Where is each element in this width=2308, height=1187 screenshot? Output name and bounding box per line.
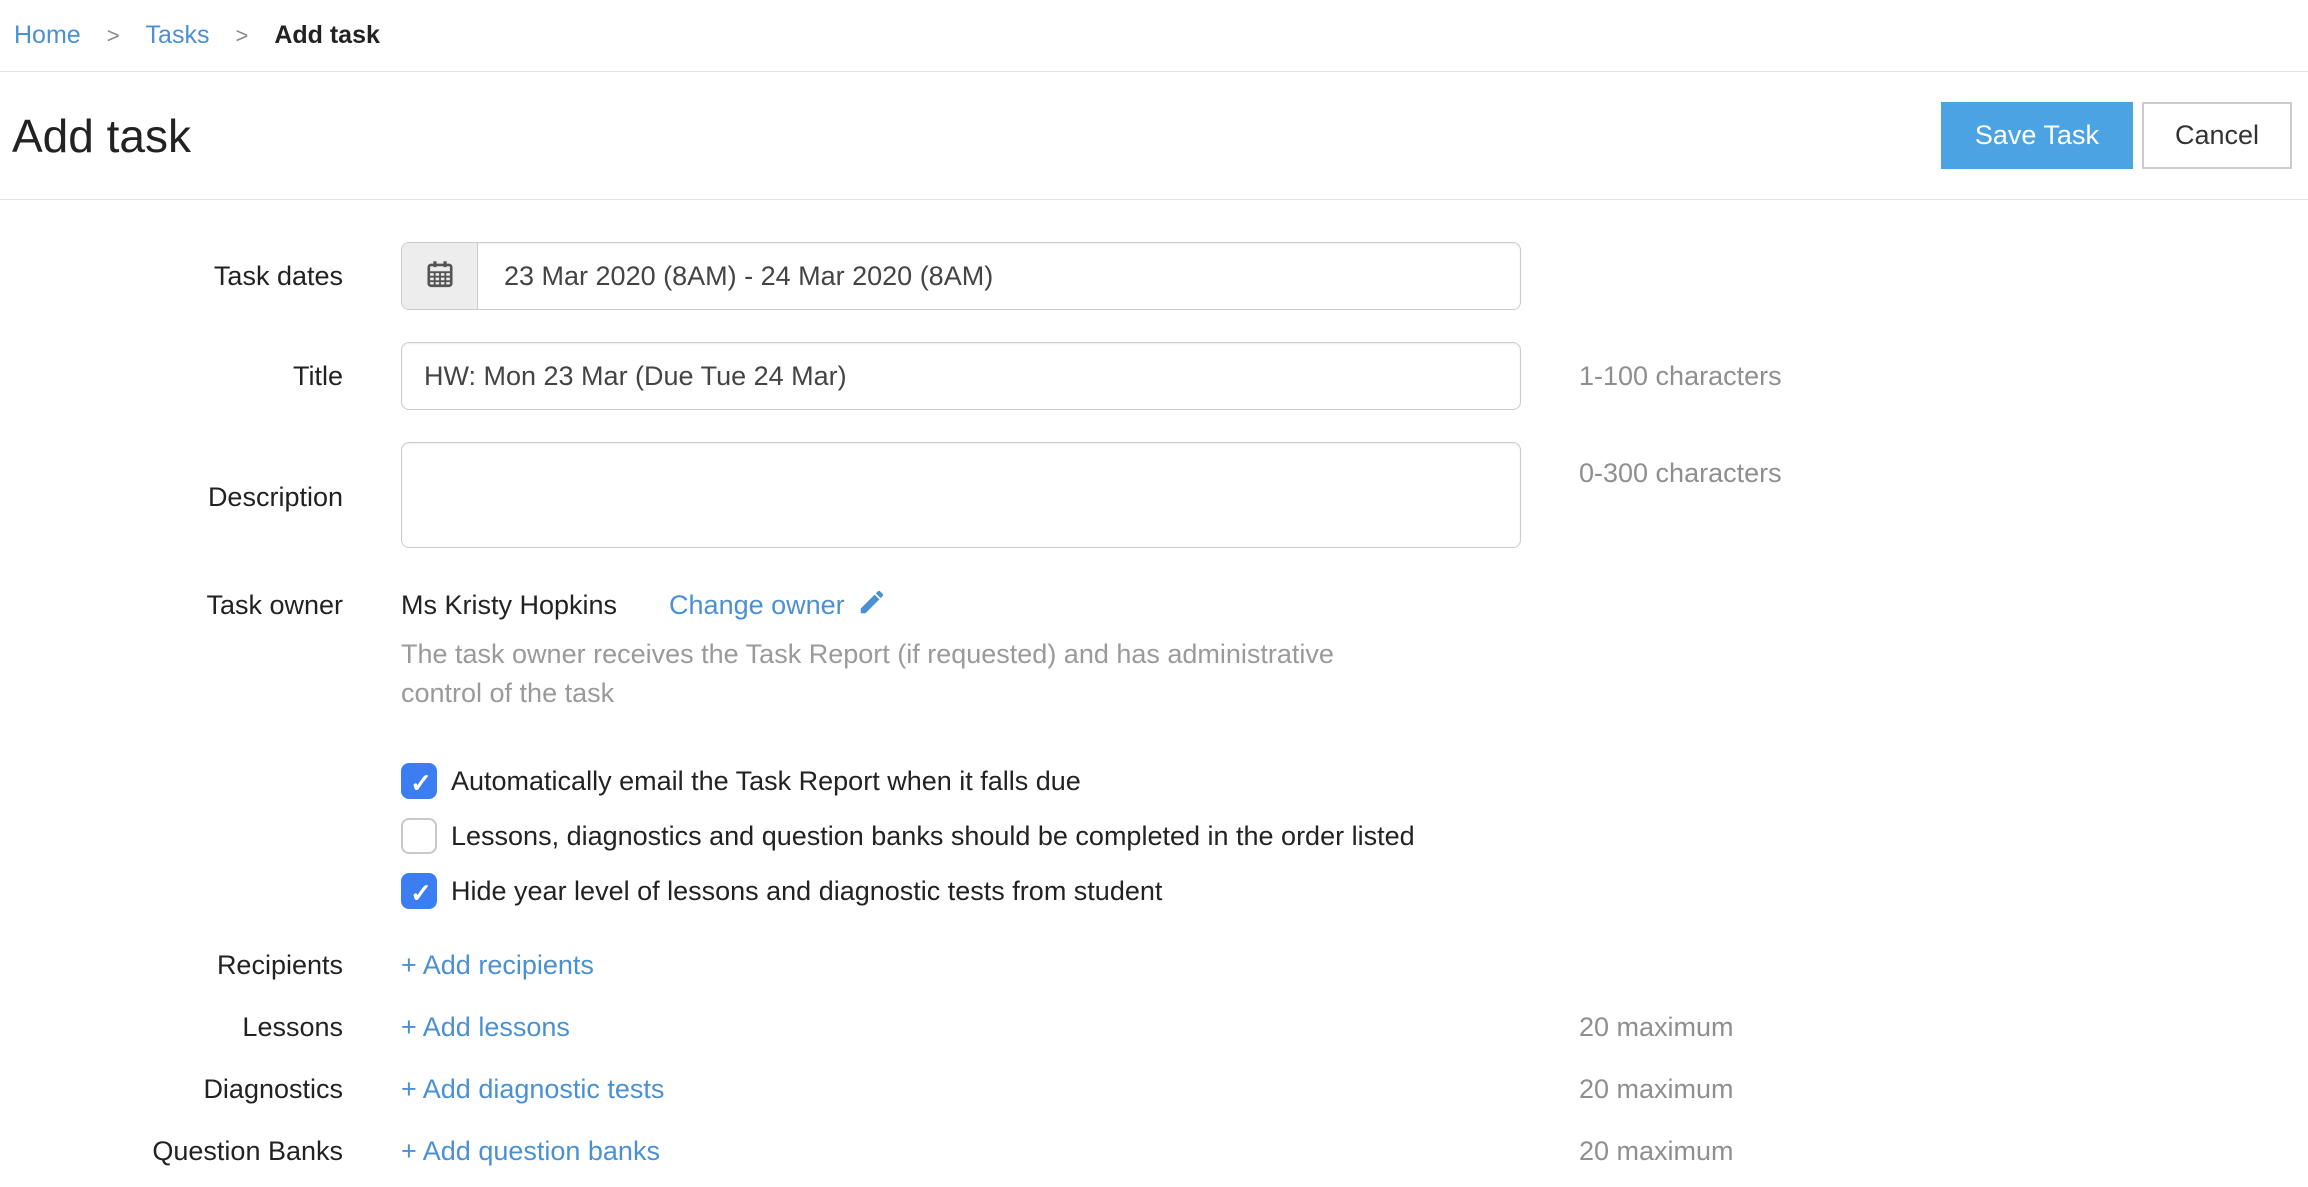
task-dates-label: Task dates bbox=[0, 261, 343, 292]
diagnostics-row: Diagnostics + Add diagnostic tests 20 ma… bbox=[0, 1069, 2308, 1109]
checkbox-item-order-listed[interactable]: Lessons, diagnostics and question banks … bbox=[401, 816, 1521, 856]
diagnostics-hint: 20 maximum bbox=[1579, 1074, 2308, 1105]
hide-year-level-checkbox[interactable] bbox=[401, 873, 437, 909]
add-diagnostic-tests-link[interactable]: + Add diagnostic tests bbox=[401, 1074, 664, 1104]
question-banks-label: Question Banks bbox=[0, 1136, 343, 1167]
email-report-checkbox[interactable] bbox=[401, 763, 437, 799]
task-dates-value[interactable]: 23 Mar 2020 (8AM) - 24 Mar 2020 (8AM) bbox=[478, 243, 1520, 309]
breadcrumb-separator-icon: > bbox=[235, 23, 248, 49]
add-task-form: Task dates 23 Mar 2020 (8AM) - 24 Mar 20… bbox=[0, 200, 2308, 1171]
order-listed-checkbox-label[interactable]: Lessons, diagnostics and question banks … bbox=[451, 821, 1415, 852]
change-owner-link[interactable]: Change owner bbox=[669, 587, 887, 624]
hide-year-level-checkbox-label[interactable]: Hide year level of lessons and diagnosti… bbox=[451, 876, 1162, 907]
add-lessons-link[interactable]: + Add lessons bbox=[401, 1012, 570, 1042]
add-recipients-link[interactable]: + Add recipients bbox=[401, 950, 594, 980]
title-input[interactable] bbox=[401, 342, 1521, 410]
calendar-addon[interactable] bbox=[402, 243, 478, 309]
lessons-hint: 20 maximum bbox=[1579, 1012, 2308, 1043]
save-task-button[interactable]: Save Task bbox=[1941, 102, 2133, 169]
description-label: Description bbox=[0, 482, 343, 513]
order-listed-checkbox[interactable] bbox=[401, 818, 437, 854]
task-dates-field[interactable]: 23 Mar 2020 (8AM) - 24 Mar 2020 (8AM) bbox=[401, 242, 1521, 310]
lessons-row: Lessons + Add lessons 20 maximum bbox=[0, 1007, 2308, 1047]
title-row: Title 1-100 characters bbox=[0, 342, 2308, 410]
pencil-icon bbox=[857, 587, 887, 624]
breadcrumb: Home > Tasks > Add task bbox=[0, 0, 2308, 72]
email-report-checkbox-label[interactable]: Automatically email the Task Report when… bbox=[451, 766, 1081, 797]
recipients-row: Recipients + Add recipients bbox=[0, 945, 2308, 985]
breadcrumb-current: Add task bbox=[274, 21, 380, 50]
task-owner-row: Task owner Ms Kristy Hopkins Change owne… bbox=[0, 585, 2308, 713]
checkbox-item-hide-year-level[interactable]: Hide year level of lessons and diagnosti… bbox=[401, 871, 1521, 911]
question-banks-hint: 20 maximum bbox=[1579, 1136, 2308, 1167]
add-question-banks-link[interactable]: + Add question banks bbox=[401, 1136, 660, 1166]
cancel-button[interactable]: Cancel bbox=[2142, 102, 2292, 169]
title-hint: 1-100 characters bbox=[1579, 361, 2308, 392]
page-title: Add task bbox=[12, 109, 191, 163]
breadcrumb-tasks-link[interactable]: Tasks bbox=[146, 21, 210, 50]
options-row: Automatically email the Task Report when… bbox=[0, 761, 2308, 911]
description-hint: 0-300 characters bbox=[1579, 442, 2308, 489]
calendar-icon bbox=[424, 258, 456, 295]
task-owner-label: Task owner bbox=[0, 585, 343, 621]
task-dates-row: Task dates 23 Mar 2020 (8AM) - 24 Mar 20… bbox=[0, 242, 2308, 310]
page-header: Add task Save Task Cancel bbox=[0, 72, 2308, 200]
header-actions: Save Task Cancel bbox=[1941, 102, 2292, 169]
description-row: Description 0-300 characters bbox=[0, 442, 2308, 553]
task-owner-help: The task owner receives the Task Report … bbox=[401, 635, 1413, 713]
title-label: Title bbox=[0, 361, 343, 392]
lessons-label: Lessons bbox=[0, 1012, 343, 1043]
checkbox-item-email-report[interactable]: Automatically email the Task Report when… bbox=[401, 761, 1521, 801]
breadcrumb-separator-icon: > bbox=[107, 23, 120, 49]
change-owner-label: Change owner bbox=[669, 590, 845, 621]
task-owner-name: Ms Kristy Hopkins bbox=[401, 590, 617, 621]
diagnostics-label: Diagnostics bbox=[0, 1074, 343, 1105]
checkbox-group: Automatically email the Task Report when… bbox=[401, 761, 1521, 911]
question-banks-row: Question Banks + Add question banks 20 m… bbox=[0, 1131, 2308, 1171]
recipients-label: Recipients bbox=[0, 950, 343, 981]
description-input[interactable] bbox=[401, 442, 1521, 548]
breadcrumb-home-link[interactable]: Home bbox=[14, 21, 81, 50]
